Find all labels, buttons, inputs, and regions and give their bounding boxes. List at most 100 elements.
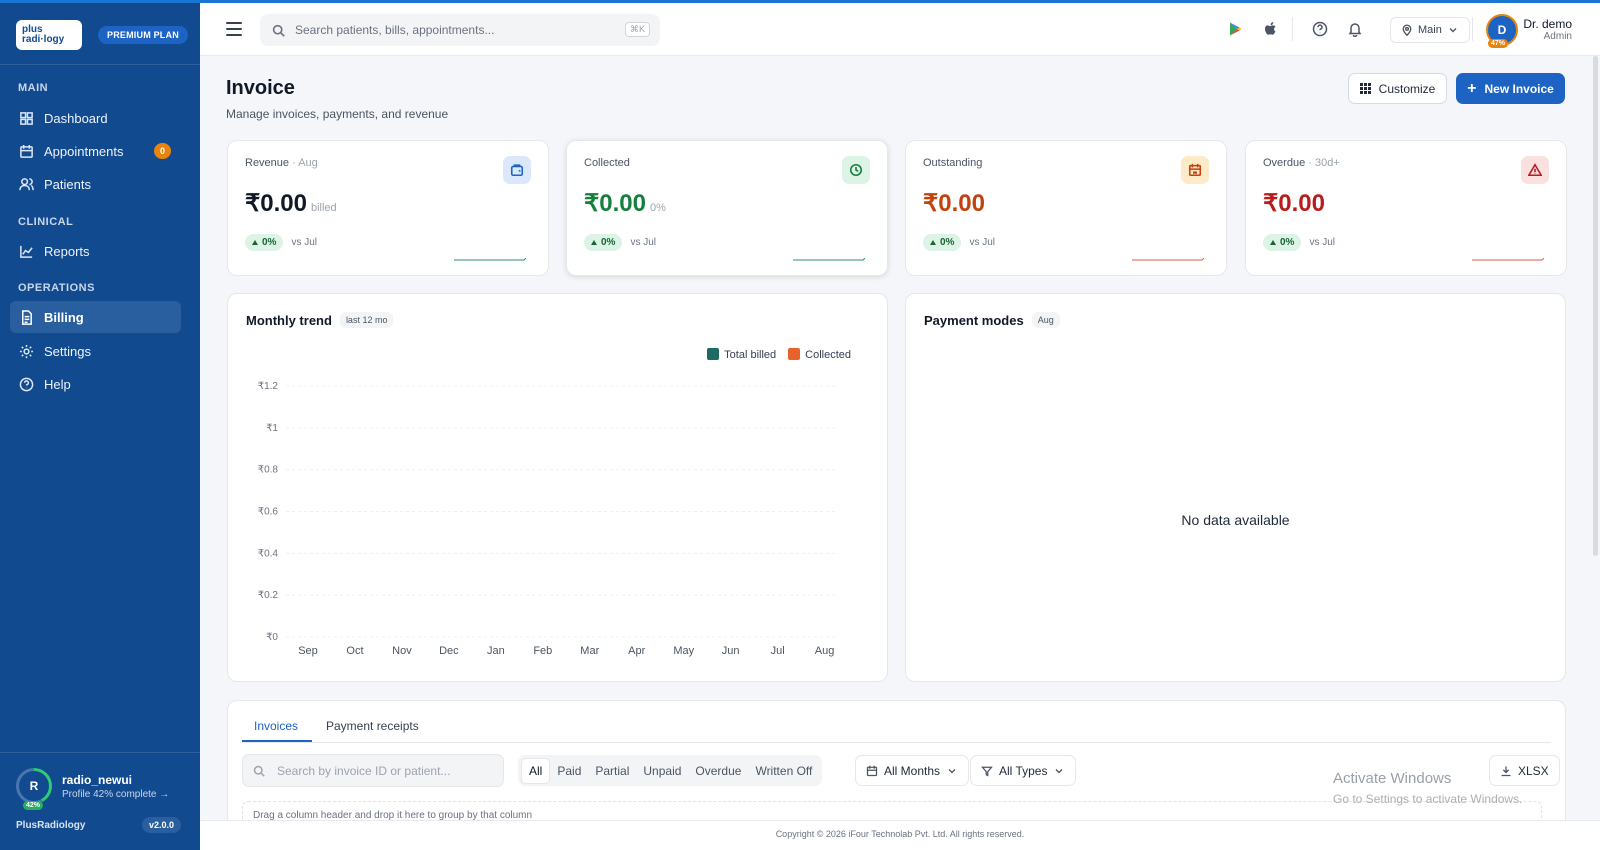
payment-month-chip: Aug [1031, 312, 1060, 328]
section-label-operations: OPERATIONS [18, 282, 95, 294]
y-tick-label: ₹0.8 [258, 465, 279, 476]
sidebar-footer-brand: PlusRadiology [16, 820, 86, 831]
new-invoice-button[interactable]: + New Invoice [1456, 73, 1565, 104]
kpi-change: 0% vs Jul [584, 234, 656, 251]
appointments-count-badge: 0 [154, 143, 171, 159]
invoice-search-input[interactable]: Search by invoice ID or patient... [242, 754, 504, 787]
filter-unpaid[interactable]: Unpaid [636, 759, 688, 783]
kpi-value-text: ₹0.00 [1263, 190, 1325, 217]
kpi-change: 0% vs Jul [245, 234, 317, 251]
page-title: Invoice [226, 77, 295, 99]
chevron-down-icon [1449, 28, 1457, 33]
x-tick-label: Jan [487, 645, 505, 657]
kpi-change-pill: 0% [1263, 234, 1302, 251]
sidebar-item-settings[interactable]: Settings [10, 335, 181, 367]
apple-icon[interactable] [1262, 20, 1280, 38]
tabs-divider [242, 742, 1551, 743]
wallet-icon [503, 156, 531, 184]
kpi-change-value: 0% [262, 237, 277, 248]
logo-line-2: radi·logy [22, 34, 65, 45]
trend-chart: ₹0 ₹0.2 ₹0.4 ₹0.6 ₹0.8 ₹1 ₹1.2 Sep Oct Nov Dec Jan F… [258, 381, 838, 657]
months-dropdown-label: All Months [884, 763, 941, 778]
copyright-footer: Copyright © 2026 iFour Technolab Pvt. Lt… [200, 820, 1600, 850]
kpi-compare-text: vs Jul [630, 237, 657, 248]
customize-button[interactable]: Customize [1348, 73, 1447, 104]
search-placeholder: Search patients, bills, appointments... [295, 23, 495, 37]
export-xlsx-button[interactable]: XLSX [1489, 755, 1560, 786]
profile-name: radio_newui [62, 772, 133, 787]
profile-completion-link[interactable]: Profile 42% complete → [62, 789, 169, 800]
kpi-sparkline [793, 258, 865, 261]
payment-modes-title: Payment modes Aug [924, 312, 1060, 328]
profile-progress[interactable]: R 42% radio_newui Profile 42% complete → [16, 768, 169, 810]
kpi-value-suffix: 0% [649, 202, 666, 214]
sidebar-item-dashboard[interactable]: Dashboard [10, 102, 181, 134]
profile-percent-tag: 42% [23, 801, 44, 810]
types-dropdown[interactable]: All Types [970, 755, 1077, 786]
help-icon[interactable] [1311, 20, 1329, 38]
new-invoice-label: New Invoice [1484, 81, 1554, 96]
filter-partial[interactable]: Partial [588, 759, 636, 783]
notification-bell-icon[interactable] [1346, 20, 1364, 38]
x-tick-label: May [673, 645, 694, 657]
x-tick-label: Sep [298, 645, 318, 657]
calendar-icon [866, 765, 878, 776]
filter-written-off[interactable]: Written Off [748, 759, 819, 783]
x-tick-label: Aug [815, 645, 835, 657]
logo[interactable]: plus radi·logy [16, 20, 82, 50]
grid-icon [18, 110, 34, 126]
filter-icon [981, 766, 993, 777]
profile-initial: R [19, 771, 49, 801]
document-icon [18, 309, 34, 325]
kpi-sparkline [1472, 258, 1544, 261]
menu-toggle-icon[interactable] [226, 22, 242, 40]
kpi-value-suffix: billed [310, 202, 337, 214]
kpi-label-qualifier: · 30d+ [1305, 157, 1340, 169]
location-selector[interactable]: Main [1390, 17, 1470, 43]
calendar-icon [18, 143, 34, 159]
arrow-up-icon [930, 240, 936, 245]
status-filter-group: All Paid Partial Unpaid Overdue Written … [518, 755, 823, 786]
kpi-value: ₹0.00 [1263, 189, 1329, 218]
calendar-icon [1181, 156, 1209, 184]
sidebar-item-appointments[interactable]: Appointments 0 [10, 135, 181, 167]
brand-row: plus radi·logy PREMIUM PLAN [16, 20, 188, 50]
kpi-change-value: 0% [601, 237, 616, 248]
kpi-value: ₹0.00 0% [584, 189, 666, 218]
kpi-sparkline [454, 258, 526, 261]
user-name[interactable]: Dr. demo [1523, 17, 1572, 31]
warning-icon [1521, 156, 1549, 184]
google-play-icon[interactable] [1226, 20, 1244, 38]
months-dropdown[interactable]: All Months [855, 755, 970, 786]
sidebar-item-billing[interactable]: Billing [10, 301, 181, 333]
kpi-card-overdue[interactable]: Overdue · 30d+ ₹0.00 0% vs Jul [1245, 140, 1567, 276]
header-separator [1472, 17, 1473, 41]
sidebar-item-patients[interactable]: Patients [10, 168, 181, 200]
y-tick-label: ₹0 [266, 632, 278, 643]
y-tick-label: ₹0.2 [258, 590, 279, 601]
search-shortcut-hint: ⌘K [624, 22, 650, 37]
sidebar-item-label: Reports [44, 243, 90, 259]
kpi-card-revenue[interactable]: Revenue · Aug ₹0.00 billed 0% vs Jul [227, 140, 549, 276]
tab-payment-receipts[interactable]: Payment receipts [326, 719, 419, 733]
kpi-label-text: Outstanding [923, 157, 983, 169]
section-label-clinical: CLINICAL [18, 216, 74, 228]
kpi-label: Collected [584, 157, 630, 169]
filter-all[interactable]: All [521, 757, 551, 784]
tab-invoices[interactable]: Invoices [254, 719, 298, 733]
filter-overdue[interactable]: Overdue [688, 759, 748, 783]
header-separator [1292, 17, 1293, 41]
sidebar-item-reports[interactable]: Reports [10, 235, 181, 267]
kpi-card-collected[interactable]: Collected ₹0.00 0% 0% vs Jul [566, 140, 888, 276]
sidebar: plus radi·logy PREMIUM PLAN MAIN Dashboa… [0, 0, 200, 850]
sidebar-item-help[interactable]: Help [10, 368, 181, 400]
kpi-card-outstanding[interactable]: Outstanding ₹0.00 0% vs Jul [905, 140, 1227, 276]
arrow-up-icon [591, 240, 597, 245]
filter-paid[interactable]: Paid [550, 759, 588, 783]
map-pin-icon [1402, 24, 1412, 36]
page-subtitle: Manage invoices, payments, and revenue [226, 107, 449, 121]
page-scrollbar[interactable] [1593, 56, 1598, 556]
global-search-input[interactable]: Search patients, bills, appointments... … [260, 14, 660, 46]
plus-icon: + [1467, 79, 1477, 97]
kpi-change-value: 0% [1280, 237, 1295, 248]
